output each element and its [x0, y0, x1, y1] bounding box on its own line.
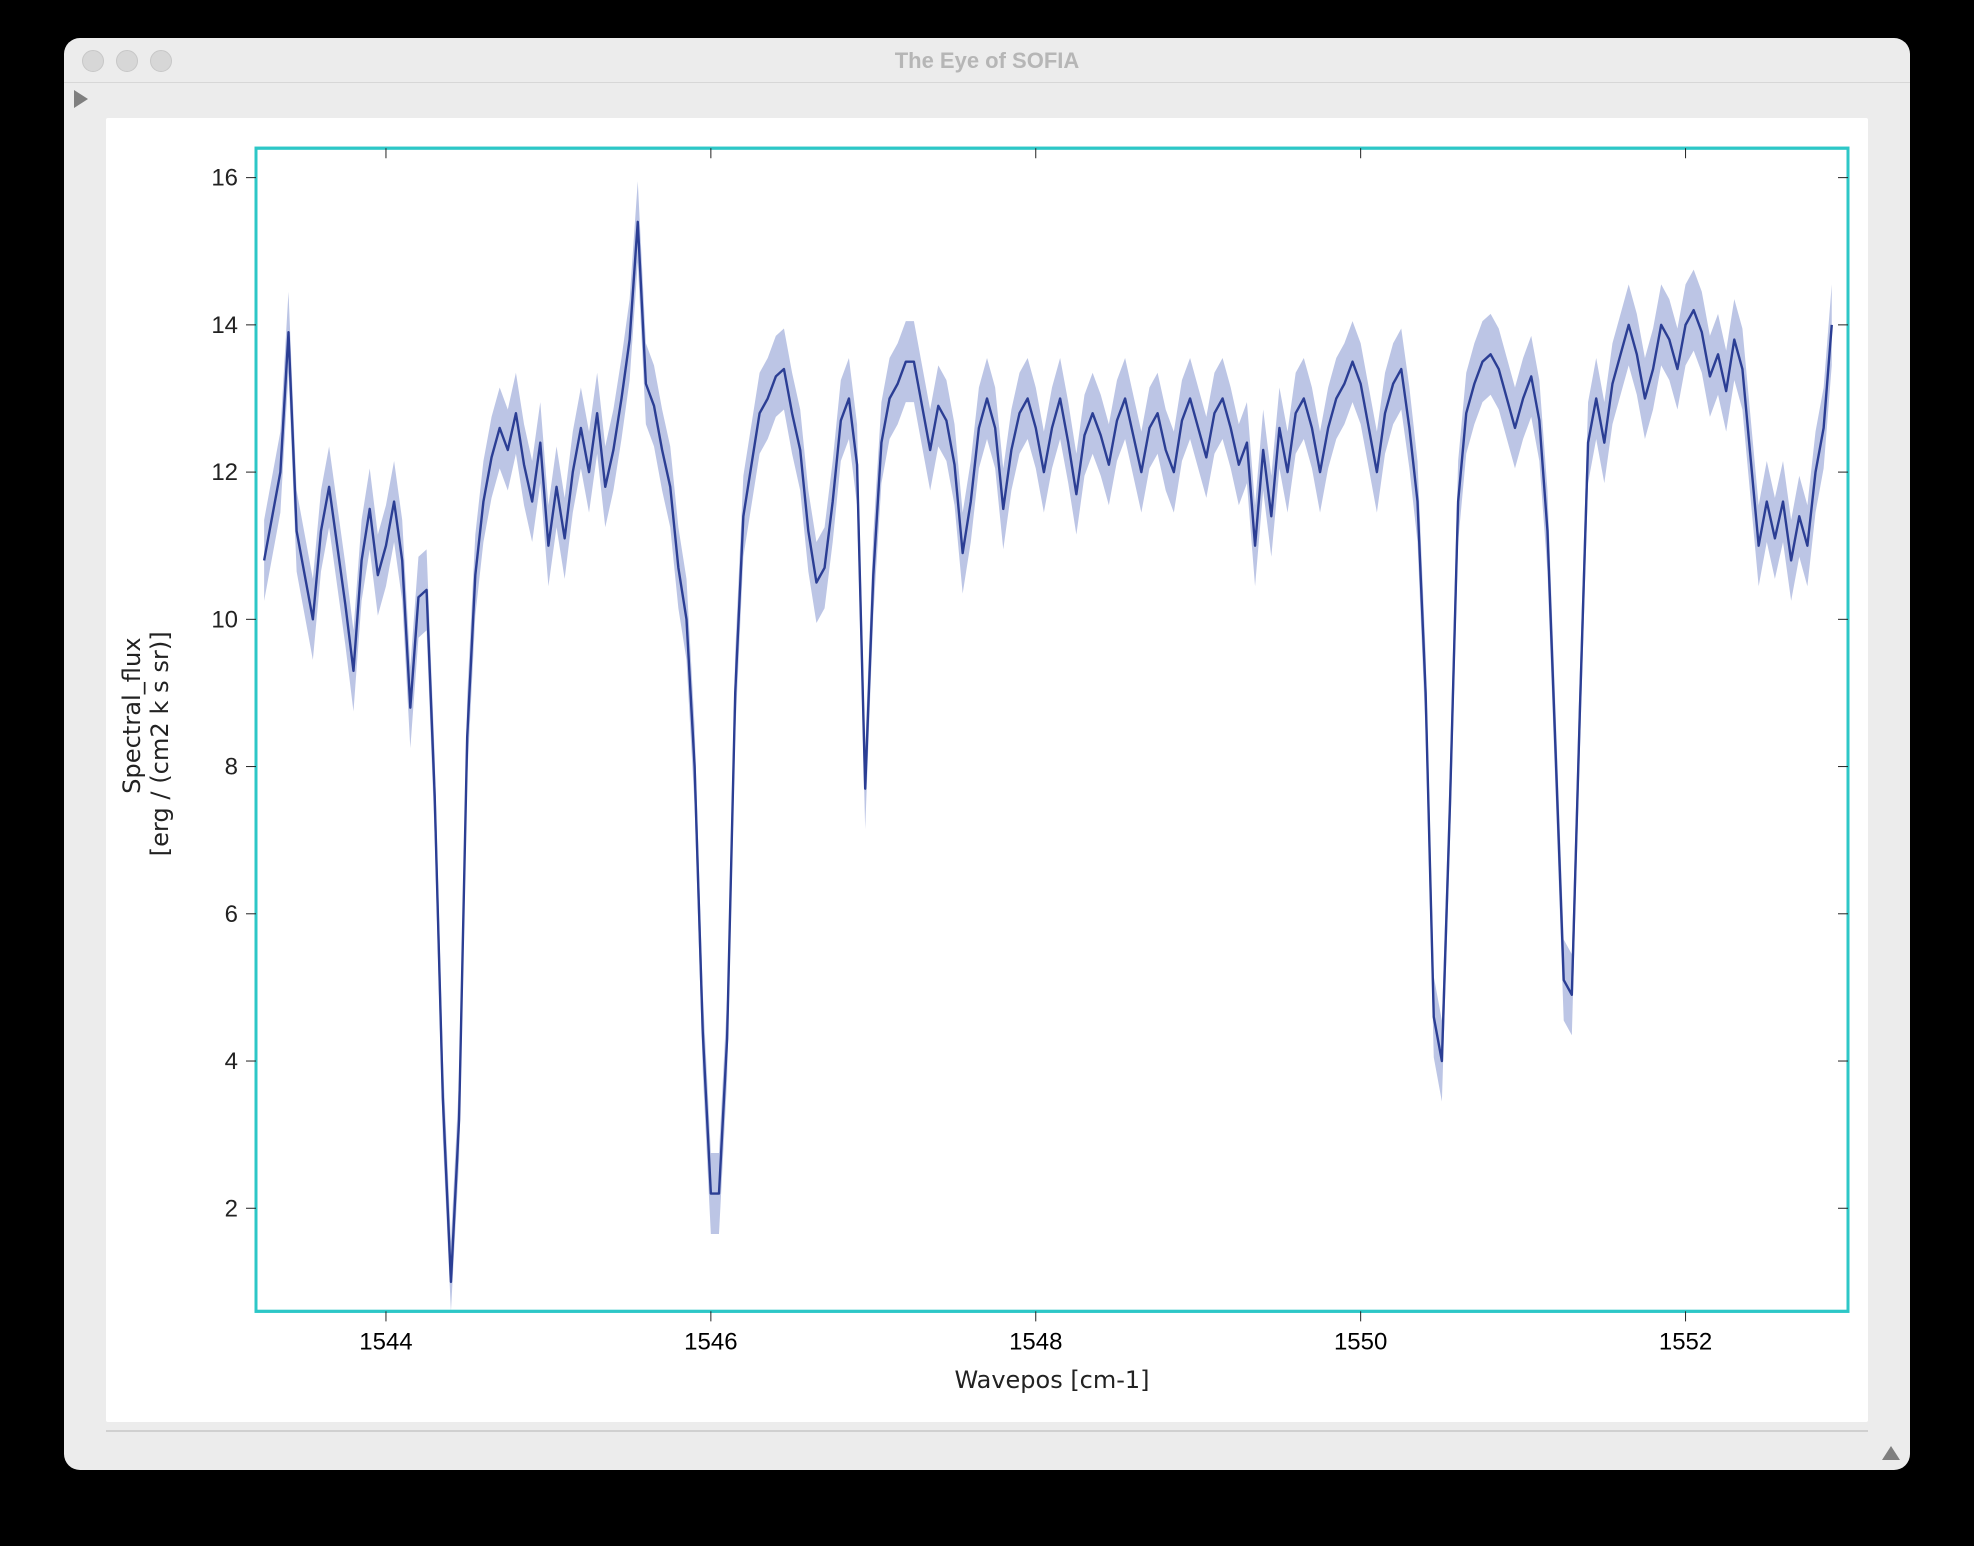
titlebar[interactable]: The Eye of SOFIA [64, 38, 1910, 83]
disclosure-bottom-icon[interactable] [1882, 1446, 1900, 1460]
window-title: The Eye of SOFIA [64, 48, 1910, 74]
y-axis-label: Spectral_flux [118, 637, 146, 794]
disclosure-left-icon[interactable] [74, 90, 88, 108]
svg-text:6: 6 [225, 901, 238, 928]
svg-text:4: 4 [225, 1048, 238, 1075]
svg-text:1550: 1550 [1334, 1328, 1387, 1355]
svg-text:12: 12 [211, 459, 238, 486]
svg-text:1544: 1544 [359, 1328, 412, 1355]
window-content: 1544 1546 1548 1550 1552 2 4 6 8 10 12 14 16 Wavepos … [64, 82, 1910, 1470]
svg-text:2: 2 [225, 1195, 238, 1222]
svg-text:1546: 1546 [684, 1328, 737, 1355]
divider [106, 1430, 1868, 1432]
svg-text:16: 16 [211, 165, 238, 192]
spectrum-chart[interactable]: 1544 1546 1548 1550 1552 2 4 6 8 10 12 14 16 Wavepos … [106, 118, 1868, 1422]
svg-text:1548: 1548 [1009, 1328, 1062, 1355]
svg-text:8: 8 [225, 754, 238, 781]
svg-text:1552: 1552 [1659, 1328, 1712, 1355]
svg-text:14: 14 [211, 312, 238, 339]
x-axis-label: Wavepos [cm-1] [954, 1366, 1149, 1394]
app-window: The Eye of SOFIA 1544 1546 1548 1550 1552 2 4 6… [64, 38, 1910, 1470]
plot-panel[interactable]: 1544 1546 1548 1550 1552 2 4 6 8 10 12 14 16 Wavepos … [106, 118, 1868, 1422]
svg-text:10: 10 [211, 606, 238, 633]
y-axis-unit: [erg / (cm2 k s sr)] [146, 631, 174, 856]
